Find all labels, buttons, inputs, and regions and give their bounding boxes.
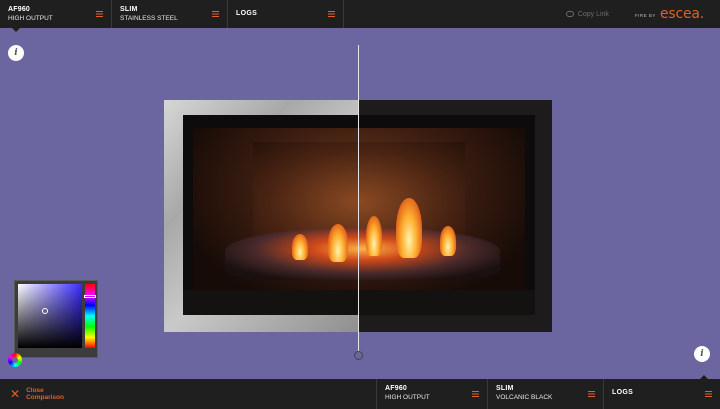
saturation-value-area[interactable] [18,284,82,348]
comparison-slider-line[interactable] [358,45,359,351]
color-cursor[interactable] [42,308,48,314]
close-icon: ✕ [10,387,21,401]
flame [366,216,382,256]
copy-link-label: Copy Link [577,10,609,18]
top-finish-selector[interactable]: SLIM STAINLESS STEEL [112,0,228,28]
menu-icon[interactable] [212,11,219,17]
flame [440,226,456,256]
flame [292,234,308,260]
top-finish-title: SLIM [120,6,138,13]
link-icon [565,11,574,17]
info-icon[interactable]: i [8,45,24,61]
menu-icon[interactable] [588,391,595,397]
comparison-slider-handle[interactable] [354,351,363,360]
info-icon[interactable]: i [694,346,710,362]
bottom-finish-subtitle: VOLCANIC BLACK [496,394,553,401]
bottom-model-selector[interactable]: AF960 HIGH OUTPUT [376,379,488,409]
menu-icon[interactable] [96,11,103,17]
menu-icon[interactable] [705,391,712,397]
hue-slider[interactable] [85,284,95,348]
bottom-logs-title: LOGS [612,389,634,396]
fire-logs [225,228,500,280]
top-finish-subtitle: STAINLESS STEEL [120,15,178,22]
flame [396,198,422,258]
selected-caret [12,28,20,32]
top-config-bar: AF960 HIGH OUTPUT SLIM STAINLESS STEEL L… [0,0,720,28]
fireplace-tray [183,290,535,315]
top-model-selector[interactable]: AF960 HIGH OUTPUT [0,0,112,28]
color-wheel-icon[interactable] [8,353,22,367]
bottom-config-bar: ✕ Close Comparison AF960 HIGH OUTPUT SLI… [0,379,720,409]
copy-link-button[interactable]: Copy Link [565,0,635,28]
top-logs-selector[interactable]: LOGS [228,0,344,28]
flame [328,224,348,262]
menu-icon[interactable] [328,11,335,17]
close-comparison-button[interactable]: ✕ Close Comparison [0,379,120,409]
bottom-logs-selector[interactable]: LOGS [604,379,720,409]
brand-logo[interactable]: FIRE BY escea. [635,0,720,28]
firebox-back-glow [253,142,465,242]
menu-icon[interactable] [472,391,479,397]
background-color-picker[interactable] [14,280,98,358]
top-logs-title: LOGS [236,10,258,17]
escea-logo: escea. [659,6,704,22]
brand-prefix: FIRE BY [634,13,656,18]
bottom-finish-selector[interactable]: SLIM VOLCANIC BLACK [488,379,604,409]
bottom-finish-title: SLIM [496,385,514,392]
hue-slider-handle[interactable] [84,295,96,298]
bottom-spacer [120,379,376,409]
close-comparison-label: Close Comparison [26,387,64,401]
